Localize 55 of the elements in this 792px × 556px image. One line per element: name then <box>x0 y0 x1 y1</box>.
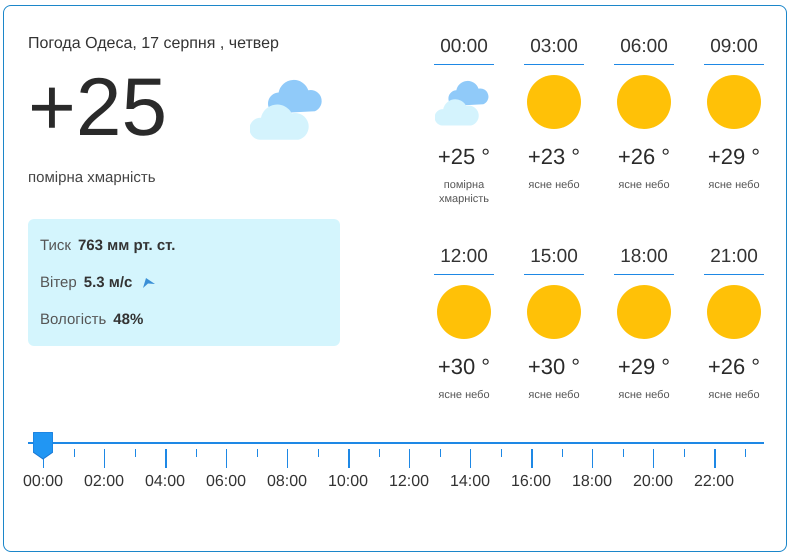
hour-label: 21:00 <box>710 246 758 268</box>
time-label: 10:00 <box>326 473 370 491</box>
time-label: 18:00 <box>570 473 614 491</box>
hour-condition: ясне небо <box>707 178 761 192</box>
hour-condition: ясне небо <box>527 388 581 402</box>
detail-label: Вологість <box>40 310 106 328</box>
hour-condition: ясне небо <box>437 388 491 402</box>
detail-label: Тиск <box>40 237 71 254</box>
hour-temperature: +25 ° <box>438 144 490 170</box>
time-label: 06:00 <box>204 473 248 491</box>
current-temperature: +25 <box>28 68 168 148</box>
detail-value: 48% <box>113 310 144 328</box>
hour-label: 03:00 <box>530 36 578 58</box>
detail-label: Вітер <box>40 274 77 291</box>
hour-condition: ясне небо <box>617 178 671 192</box>
time-label: 16:00 <box>510 473 552 491</box>
sun-icon <box>707 285 761 339</box>
sun-icon <box>527 75 581 129</box>
hour-temperature: +30 ° <box>438 354 490 380</box>
forecast-title: Погода Одеса, 17 серпня , четвер <box>28 34 280 54</box>
hour-temperature: +26 ° <box>708 354 760 380</box>
hour-label: 15:00 <box>530 246 578 268</box>
detail-value: 763 мм рт. ст. <box>78 237 176 254</box>
wind-direction-icon <box>143 278 156 288</box>
hour-temperature: +30 ° <box>528 354 580 380</box>
hour-label: 00:00 <box>440 36 488 58</box>
time-label: 14:00 <box>448 473 492 491</box>
current-condition: помірна хмарність <box>28 168 157 188</box>
hour-temperature: +29 ° <box>708 144 760 170</box>
detail-value: 5.3 м/с <box>84 274 132 291</box>
time-slider[interactable] <box>28 432 764 460</box>
time-label: 00:00 <box>22 473 64 491</box>
hour-temperature: +29 ° <box>618 354 670 380</box>
slider-thumb[interactable] <box>33 432 53 460</box>
hour-condition: помірна хмарність <box>438 178 490 206</box>
sun-icon <box>707 75 761 129</box>
sun-icon <box>617 75 671 129</box>
time-label: 04:00 <box>144 473 186 491</box>
hour-label: 12:00 <box>440 246 488 268</box>
hour-condition: ясне небо <box>617 388 671 402</box>
hour-label: 09:00 <box>710 36 758 58</box>
sun-icon <box>527 285 581 339</box>
hour-condition: ясне небо <box>707 388 761 402</box>
hour-temperature: +26 ° <box>618 144 670 170</box>
hour-temperature: +23 ° <box>528 144 580 170</box>
time-label: 12:00 <box>388 473 430 491</box>
sun-icon <box>617 285 671 339</box>
time-label: 20:00 <box>632 473 674 491</box>
time-label: 22:00 <box>692 473 736 491</box>
hour-condition: ясне небо <box>527 178 581 192</box>
sun-icon <box>437 285 491 339</box>
hour-label: 06:00 <box>620 36 668 58</box>
time-label: 02:00 <box>82 473 126 491</box>
hour-label: 18:00 <box>620 246 668 268</box>
time-label: 08:00 <box>266 473 308 491</box>
